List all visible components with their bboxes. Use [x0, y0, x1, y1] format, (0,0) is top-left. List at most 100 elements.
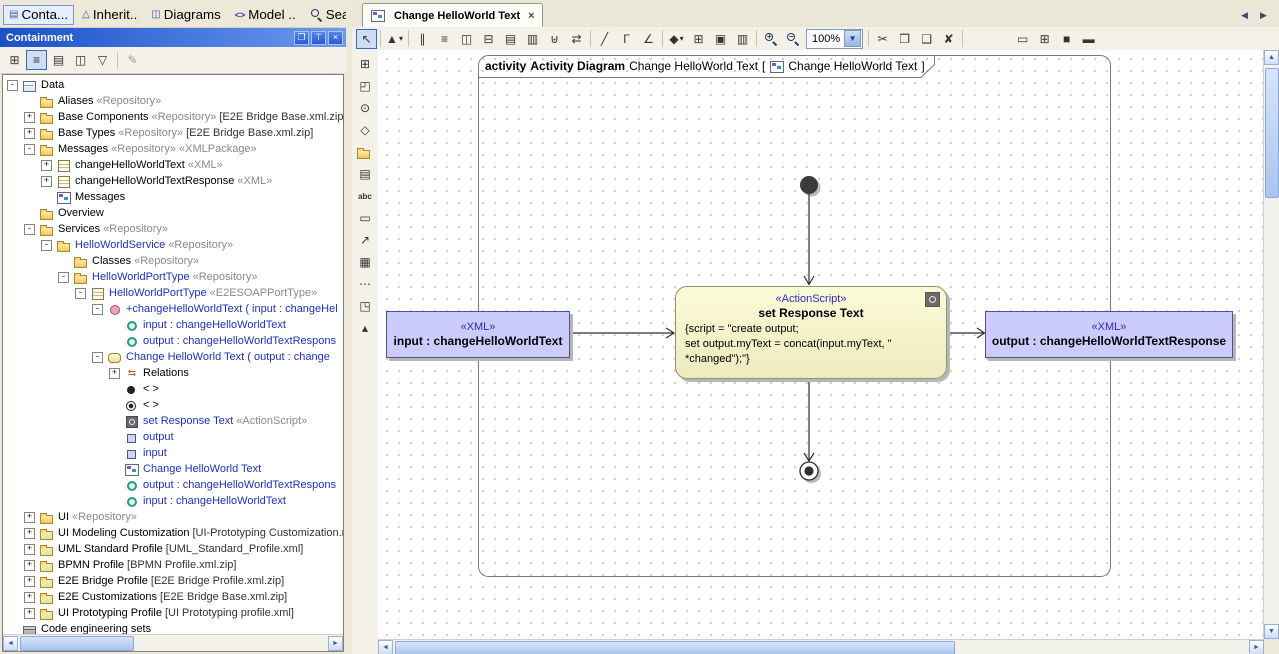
comment-icon[interactable]: ▭ [354, 208, 376, 228]
output-object-node[interactable]: «XML» output : changeHelloWorldTextRespo… [985, 311, 1233, 358]
tree-item[interactable]: Change HelloWorld Text [3, 461, 343, 477]
tree-item[interactable]: input : changeHelloWorldText [3, 317, 343, 333]
diagram-properties-icon[interactable]: ▥ [732, 29, 753, 49]
next-diagram-button[interactable]: ▶ [1255, 7, 1272, 24]
copy-icon[interactable]: ❐ [894, 29, 915, 49]
collapse-icon[interactable]: - [7, 80, 18, 91]
collapse-icon[interactable]: - [24, 224, 35, 235]
cut-icon[interactable]: ✂ [872, 29, 893, 49]
swimlane-horizontal-icon[interactable]: ≡ [434, 29, 455, 49]
tree-item[interactable]: -HelloWorldService«Repository» [3, 237, 343, 253]
tree-item[interactable]: +UI«Repository» [3, 509, 343, 525]
canvas-v-scrollbar[interactable]: ▲ ▼ [1263, 50, 1279, 639]
tree-item[interactable]: +E2E Customizations[E2E Bridge Base.xml.… [3, 589, 343, 605]
tree-item[interactable]: -HelloWorldPortType«Repository» [3, 269, 343, 285]
previous-diagram-button[interactable]: ◀ [1236, 7, 1253, 24]
containment-h-scrollbar[interactable]: ◄ ► [3, 634, 343, 651]
collapse-icon[interactable]: - [92, 304, 103, 315]
tree-item[interactable]: +changeHelloWorldTextResponse«XML» [3, 173, 343, 189]
tree-item[interactable]: +UI Modeling Customization[UI-Prototypin… [3, 525, 343, 541]
tree-item[interactable]: Classes«Repository» [3, 253, 343, 269]
panel-tab-inheritance[interactable]: △Inherit.. [76, 5, 143, 25]
tree-item[interactable]: +changeHelloWorldText«XML» [3, 157, 343, 173]
align-shapes-icon[interactable]: ⊞ [1034, 29, 1055, 49]
zoom-in-icon[interactable]: + [760, 29, 781, 49]
expand-icon[interactable]: + [24, 128, 35, 139]
expand-icon[interactable]: + [109, 368, 120, 379]
zoom-out-icon[interactable]: − [782, 29, 803, 49]
tree-item[interactable]: Code engineering sets [3, 621, 343, 634]
tree-item[interactable]: Overview [3, 205, 343, 221]
folder-tool-icon[interactable] [354, 142, 376, 162]
tree-item[interactable]: -Services«Repository» [3, 221, 343, 237]
note-icon[interactable]: ▤ [354, 164, 376, 184]
rectilinear-path-icon[interactable]: Γ [616, 29, 637, 49]
scroll-up-icon[interactable]: ▲ [1264, 50, 1279, 65]
expand-icon[interactable]: + [24, 560, 35, 571]
tree-item[interactable]: output [3, 429, 343, 445]
h-scroll-thumb[interactable] [395, 641, 955, 654]
scroll-up-icon[interactable]: ▴ [354, 318, 376, 338]
expand-icon[interactable]: + [24, 512, 35, 523]
expand-icon[interactable]: + [24, 592, 35, 603]
expand-icon[interactable]: + [24, 544, 35, 555]
expand-icon[interactable]: + [24, 576, 35, 587]
tree-item[interactable]: output : changeHelloWorldTextRespons [3, 333, 343, 349]
diagram-overview-icon[interactable]: ⊞ [354, 54, 376, 74]
appearance-icon[interactable]: ◆▾ [666, 29, 687, 49]
merge-cells-icon[interactable]: ⊎ [544, 29, 565, 49]
tree-item[interactable]: +UML Standard Profile[UML_Standard_Profi… [3, 541, 343, 557]
expand-icon[interactable]: + [41, 176, 52, 187]
pin-window-icon[interactable]: ⊤ [311, 31, 326, 45]
more-shapes-icon[interactable]: ⋯ [354, 274, 376, 294]
scroll-left-icon[interactable]: ◄ [378, 640, 393, 654]
line-width-icon[interactable]: ▬ [1078, 29, 1099, 49]
layout-icon[interactable]: ▭ [1012, 29, 1033, 49]
delete-icon[interactable]: ✘ [938, 29, 959, 49]
tree-item[interactable]: -Change HelloWorld Text ( output : chang… [3, 349, 343, 365]
diagram-canvas[interactable]: activity Activity Diagram Change HelloWo… [378, 50, 1264, 639]
image-shape-icon[interactable]: ▦ [354, 252, 376, 272]
paste-icon[interactable]: ❑ [916, 29, 937, 49]
expand-icon[interactable]: + [41, 160, 52, 171]
panel-tab-diagrams[interactable]: ◫Diagrams [145, 5, 226, 25]
anchor-icon[interactable]: ⊙ [354, 98, 376, 118]
activity-tools-icon[interactable]: ▲▾ [384, 29, 405, 49]
panel-tab-model[interactable]: <>Model .. [229, 5, 302, 25]
panel-tab-containment[interactable]: ▤Conta... [3, 5, 74, 25]
tree-item[interactable]: set Response Text«ActionScript» [3, 413, 343, 429]
tree-item[interactable]: Messages [3, 189, 343, 205]
close-window-icon[interactable]: × [328, 31, 343, 45]
tree-item[interactable]: input [3, 445, 343, 461]
tree-item[interactable]: -Data [3, 77, 343, 93]
h-scroll-thumb[interactable] [20, 636, 134, 651]
chevron-down-icon[interactable]: ▼ [844, 30, 861, 47]
edit-icon[interactable]: ✎ [122, 50, 143, 70]
v-scroll-thumb[interactable] [1265, 68, 1279, 198]
input-object-node[interactable]: «XML» input : changeHelloWorldText [386, 311, 570, 358]
zoom-level-combo[interactable]: 100%▼ [806, 29, 863, 49]
tree-item[interactable]: +UI Prototyping Profile[UI Prototyping p… [3, 605, 343, 621]
close-tab-icon[interactable]: × [528, 10, 534, 22]
list-view-icon[interactable]: ≡ [26, 50, 47, 70]
draw-line-icon[interactable]: ╱ [594, 29, 615, 49]
collapse-icon[interactable]: - [24, 144, 35, 155]
insert-shape-icon[interactable]: ⊞ [688, 29, 709, 49]
tree-item[interactable]: +E2E Bridge Profile[E2E Bridge Profile.x… [3, 573, 343, 589]
collapse-icon[interactable]: - [92, 352, 103, 363]
scroll-right-icon[interactable]: ► [1249, 640, 1264, 654]
tree-item[interactable]: Aliases«Repository» [3, 93, 343, 109]
same-size-icon[interactable]: ■ [1056, 29, 1077, 49]
tree-item[interactable]: < > [3, 381, 343, 397]
collapse-icon[interactable]: - [75, 288, 86, 299]
initial-node[interactable] [800, 176, 818, 194]
tree-item[interactable]: +Base Components«Repository»[E2E Bridge … [3, 109, 343, 125]
add-column-icon[interactable]: ▥ [522, 29, 543, 49]
frame-icon[interactable]: ◳ [354, 296, 376, 316]
tree-item[interactable]: +⇆Relations [3, 365, 343, 381]
selection-tool-icon[interactable]: ↖ [356, 29, 377, 49]
reorder-icon[interactable]: ⇄ [566, 29, 587, 49]
expand-icon[interactable]: + [24, 112, 35, 123]
tree-item[interactable]: input : changeHelloWorldText [3, 493, 343, 509]
tree-item[interactable]: +BPMN Profile[BPMN Profile.xml.zip] [3, 557, 343, 573]
